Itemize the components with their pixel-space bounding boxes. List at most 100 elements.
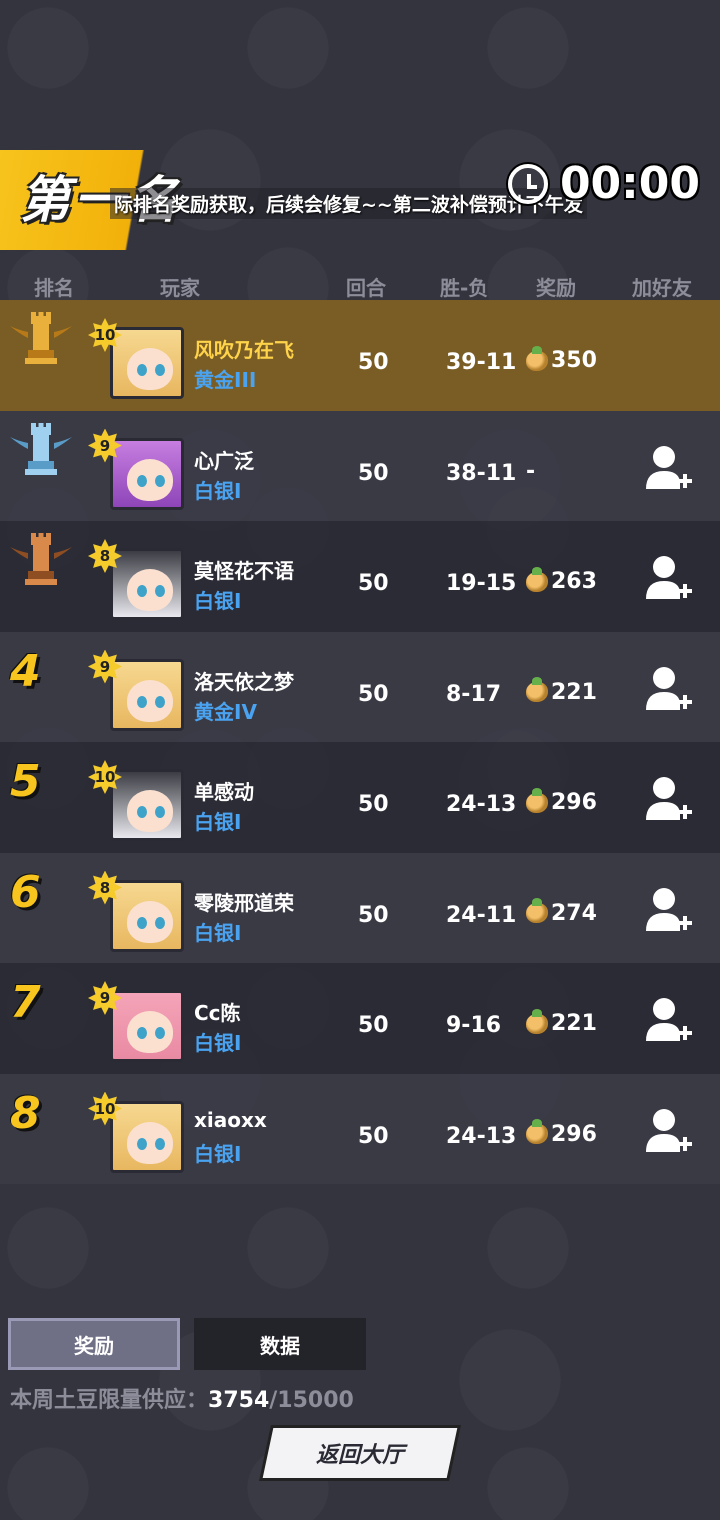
avatar-face xyxy=(127,900,173,943)
column-rounds: 回合 xyxy=(346,276,386,300)
column-add-friend: 加好友 xyxy=(632,276,692,300)
rounds-value: 50 xyxy=(358,792,389,817)
column-player: 玩家 xyxy=(160,276,200,300)
reward: 274 xyxy=(526,898,597,926)
column-headers: 排名 玩家 回合 胜-负 奖励 加好友 xyxy=(0,270,720,300)
player-tier: 白银I xyxy=(194,478,242,503)
add-friend-icon[interactable] xyxy=(644,774,692,822)
rounds-value: 50 xyxy=(358,460,389,486)
avatar-face xyxy=(127,458,173,501)
tab-rewards[interactable]: 奖励 xyxy=(8,1318,180,1370)
player-tier: 白银I xyxy=(194,589,242,613)
column-rank: 排名 xyxy=(34,276,74,300)
ranking-row: 6 8 零陵邢道荣 白银I 50 24-11 274 xyxy=(0,852,720,963)
avatar-eye xyxy=(155,806,165,818)
rank-number: 6 xyxy=(10,866,41,918)
add-friend-icon[interactable] xyxy=(644,443,692,491)
avatar-eye xyxy=(155,364,165,376)
player-tier: 白银I xyxy=(194,1031,242,1055)
reward-value: 221 xyxy=(551,679,597,705)
player-avatar[interactable] xyxy=(110,658,184,731)
winloss-value: 24-13 xyxy=(446,1123,517,1149)
rank-number: 4 xyxy=(10,645,41,697)
reward: 296 xyxy=(526,787,597,815)
avatar-eye xyxy=(137,585,147,597)
player-name: 心广泛 xyxy=(194,448,254,473)
timer: 00:00 xyxy=(507,158,700,209)
reward-value: 274 xyxy=(551,900,597,926)
reward: 263 xyxy=(526,566,597,594)
potato-icon xyxy=(526,677,548,702)
ranking-row: 7 9 Cc陈 白银I 50 9-16 221 xyxy=(0,963,720,1074)
potato-icon xyxy=(526,898,548,923)
avatar-eye xyxy=(155,695,165,708)
avatar-eye xyxy=(155,585,165,597)
add-friend-icon[interactable] xyxy=(644,885,692,933)
rounds-value: 50 xyxy=(358,1013,389,1038)
winloss-value: 8-17 xyxy=(446,681,502,707)
rank-number: 7 xyxy=(10,977,41,1028)
rounds-value: 50 xyxy=(358,350,389,375)
player-avatar[interactable] xyxy=(110,327,184,399)
player-avatar[interactable] xyxy=(110,548,184,620)
player-avatar[interactable] xyxy=(110,879,184,952)
add-friend-icon[interactable] xyxy=(644,995,692,1043)
ranking-row: 4 9 洛天依之梦 黄金IV 50 8-17 221 xyxy=(0,631,720,742)
reward-value: 350 xyxy=(551,348,597,373)
player-avatar[interactable] xyxy=(110,437,184,510)
reward-value: 263 xyxy=(551,569,597,594)
reward-value: 296 xyxy=(551,790,597,815)
supply-label: 本周土豆限量供应： xyxy=(10,1388,209,1413)
player-tier: 白银I xyxy=(194,920,242,945)
player-avatar[interactable] xyxy=(110,990,184,1062)
ranking-row: 10 风吹乃在飞 黄金III 50 39-11 350 xyxy=(0,300,720,411)
reward: 296 xyxy=(526,1119,597,1147)
rounds-value: 50 xyxy=(358,1123,389,1149)
player-tier: 黄金III xyxy=(194,368,257,392)
silver-trophy-icon xyxy=(10,422,72,475)
rounds-value: 50 xyxy=(358,902,389,928)
potato-icon xyxy=(526,1008,548,1034)
player-tier: 白银I xyxy=(194,810,242,834)
add-friend-icon[interactable] xyxy=(644,1106,692,1154)
player-tier: 黄金IV xyxy=(194,699,257,724)
winloss-value: 39-11 xyxy=(446,350,517,375)
column-reward: 奖励 xyxy=(536,276,576,300)
rank-number: 8 xyxy=(10,1087,41,1139)
header: 第一名 际排名奖励获取，后续会修复~~第二波补偿预计下午发 00:00 xyxy=(0,140,720,260)
reward-value: 221 xyxy=(551,1011,597,1036)
tab-bar: 奖励 数据 xyxy=(8,1318,366,1370)
ranking-row: 8 10 xiaoxx 白银I 50 24-13 296 xyxy=(0,1073,720,1184)
avatar-face xyxy=(127,1121,173,1164)
reward: 221 xyxy=(526,677,597,705)
avatar-face xyxy=(127,348,173,390)
supply-info: 本周土豆限量供应：3754/15000 xyxy=(10,1382,354,1414)
add-friend-icon[interactable] xyxy=(644,553,692,601)
supply-max: 15000 xyxy=(277,1388,354,1413)
player-tier: 白银I xyxy=(194,1141,242,1166)
back-to-lobby-label: 返回大厅 xyxy=(315,1443,404,1468)
player-name: 风吹乃在飞 xyxy=(194,338,294,362)
reward: - xyxy=(526,459,535,484)
player-avatar[interactable] xyxy=(110,769,184,841)
reward-value: - xyxy=(526,458,536,484)
reward: 350 xyxy=(526,345,597,373)
add-friend-icon[interactable] xyxy=(644,664,692,712)
back-to-lobby-button[interactable]: 返回大厅 xyxy=(262,1428,458,1478)
player-avatar[interactable] xyxy=(110,1100,184,1173)
column-winloss: 胜-负 xyxy=(440,276,489,300)
player-name: Cc陈 xyxy=(194,1001,241,1025)
potato-icon xyxy=(526,1119,548,1144)
reward: 221 xyxy=(526,1008,597,1036)
avatar-eye xyxy=(155,1027,165,1039)
winloss-value: 9-16 xyxy=(446,1013,502,1038)
winloss-value: 24-13 xyxy=(446,792,517,817)
ranking-list: 10 风吹乃在飞 黄金III 50 39-11 350 9 心广泛 白银I 50… xyxy=(0,300,720,1184)
winloss-value: 24-11 xyxy=(446,902,517,928)
tab-data[interactable]: 数据 xyxy=(194,1318,366,1370)
avatar-eye xyxy=(137,695,147,708)
supply-current: 3754 xyxy=(208,1388,270,1413)
rank-number: 5 xyxy=(10,756,41,807)
avatar-eye xyxy=(137,806,147,818)
ranking-row: 9 心广泛 白银I 50 38-11 - xyxy=(0,410,720,521)
